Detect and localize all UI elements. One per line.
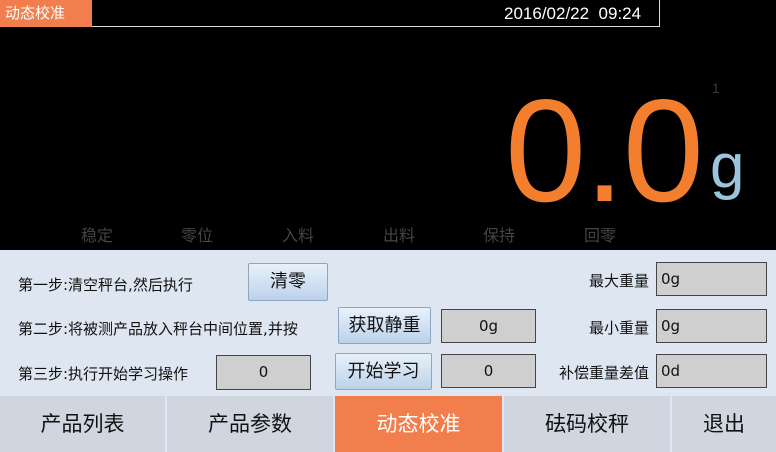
- status-stable: 稳定: [81, 226, 114, 245]
- static-weight-field: 0g: [441, 309, 536, 343]
- tare-zero-button[interactable]: 清零: [248, 263, 328, 301]
- bottom-nav: 产品列表 产品参数 动态校准 砝码校秤 退出: [0, 394, 776, 452]
- step3-label: 第三步:执行开始学习操作: [18, 365, 189, 383]
- status-hold: 保持: [483, 226, 516, 245]
- weight-value: 0.0: [505, 69, 704, 232]
- learn-count-input[interactable]: 0: [216, 355, 311, 390]
- calibration-panel: 第一步:清空秤台,然后执行 清零 第二步:将被测产品放入秤台中间位置,并按 获取…: [0, 250, 776, 394]
- status-feed-in: 入料: [282, 226, 315, 245]
- compensation-diff-label: 补偿重量差值: [558, 364, 649, 382]
- tab-product-params[interactable]: 产品参数: [167, 396, 333, 452]
- weight-unit: g: [710, 132, 745, 201]
- max-weight-field: 0g: [656, 262, 767, 296]
- tab-dynamic-calibration[interactable]: 动态校准: [335, 396, 502, 452]
- datetime-divider: [659, 0, 660, 27]
- weight-display: 动态校准 2016/02/22 09:24 1 0.0 g 稳定 零位 入料 出…: [0, 0, 776, 250]
- min-weight-label: 最小重量: [588, 319, 649, 337]
- max-weight-label: 最大重量: [588, 272, 649, 290]
- tab-weight-calibration[interactable]: 砝码校秤: [504, 396, 670, 452]
- step1-label: 第一步:清空秤台,然后执行: [18, 276, 193, 294]
- exit-button[interactable]: 退出: [672, 396, 776, 452]
- datetime: 2016/02/22 09:24: [504, 4, 642, 23]
- status-return-zero: 回零: [584, 226, 617, 245]
- division-index: 1: [712, 80, 720, 96]
- tab-product-list[interactable]: 产品列表: [0, 396, 165, 452]
- step2-label: 第二步:将被测产品放入秤台中间位置,并按: [18, 320, 298, 338]
- get-static-weight-button[interactable]: 获取静重: [338, 307, 431, 344]
- learning-result-field: 0: [441, 354, 536, 388]
- page-title: 动态校准: [0, 0, 92, 27]
- status-zero: 零位: [181, 226, 214, 245]
- compensation-diff-field: 0d: [656, 354, 767, 388]
- status-indicators: 稳定 零位 入料 出料 保持 回零: [0, 224, 776, 248]
- start-learning-button[interactable]: 开始学习: [335, 353, 432, 390]
- status-feed-out: 出料: [383, 226, 416, 245]
- min-weight-field: 0g: [656, 309, 767, 343]
